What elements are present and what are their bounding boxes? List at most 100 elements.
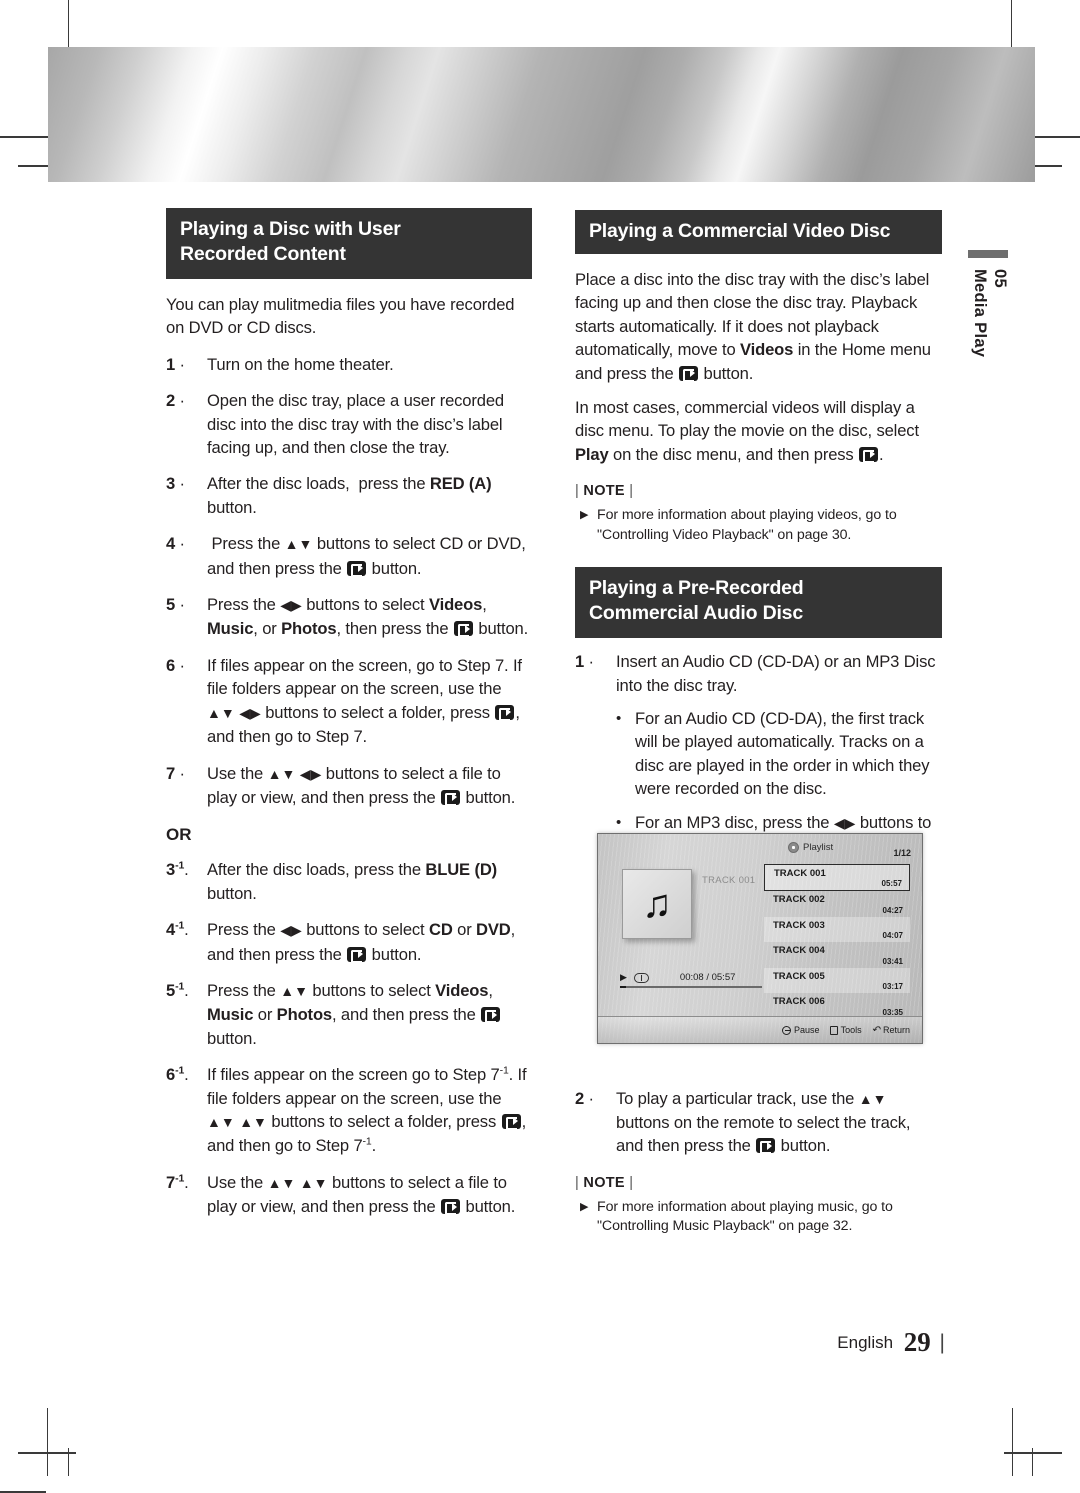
enter-button-icon [859,446,879,463]
footer-key-tools[interactable]: Tools [829,1025,862,1035]
step-3: 3 · After the disc loads, press the RED … [166,474,492,517]
step-4: 4 · Press the ▲▼ buttons to select CD or… [166,534,526,578]
track-row[interactable]: TRACK 003 04:07 [764,916,910,942]
step-5: 5 · Press the ◀▶ buttons to select Video… [166,595,529,639]
enter-button-icon [495,704,515,721]
enter-key-icon [782,1025,792,1035]
alt-step-4-number: 4-1. [166,919,189,940]
enter-button-icon [756,1138,776,1155]
tools-key-icon [829,1025,838,1035]
music-note-icon: ♫ [642,882,672,926]
footer-key-return[interactable]: ↶ Return [872,1025,910,1036]
step-2: 2 · Open the disc tray, place a user rec… [166,391,505,458]
footer-language: English [837,1333,894,1352]
cd-icon [633,972,649,983]
manual-page: 05 Media Play Playing a Disc with User Re… [0,0,1080,1493]
chapter-side-tab: 05 Media Play [962,250,1022,357]
track-row[interactable]: TRACK 002 04:27 [764,891,910,917]
disc-icon [788,842,799,853]
enter-button-icon [679,365,699,382]
step-5-number: 5 · [166,595,185,615]
playlist-title-group: Playlist [788,842,833,853]
step-7-number: 7 · [166,763,185,783]
left-column: Playing a Disc with User Recorded Content… [166,208,532,1219]
track-duration: 03:41 [882,956,903,966]
alt-step-5: 5-1. Press the ▲▼ buttons to select Vide… [166,979,532,1050]
crop-mark-bottom-left-vertical [47,1408,48,1476]
audio-step-1: 1 · Insert an Audio CD (CD-DA) or an MP3… [575,652,936,695]
up-down-arrow-icon: ▲▼ [207,704,235,721]
side-tab-chapter-number: 05 [991,269,1009,288]
alt-step-4: 4-1. Press the ◀▶ buttons to select CD o… [166,919,516,964]
alt-step-3: 3-1. After the disc loads, press the BLU… [166,859,498,903]
enter-button-icon [441,1199,461,1216]
crop-mark-bottom-left-vertical-3 [68,1448,69,1476]
footer-key-tools-label: Tools [840,1025,862,1035]
track-name: TRACK 003 [773,919,825,931]
step-6-number: 6 · [166,655,185,675]
up-down-arrow-icon: ▲▼ [280,982,308,999]
bullet-dot-icon: • [616,813,622,831]
step-1-number: 1 · [166,354,185,374]
note-item-video: ▶ For more information about playing vid… [580,507,897,543]
alt-step-7: 7-1. Use the ▲▼ ▲▼ buttons to select a f… [166,1172,516,1217]
enter-button-icon [481,1007,501,1024]
track-list[interactable]: TRACK 001 05:57 TRACK 002 04:27 TRACK 00… [764,864,910,1019]
audio-bullet-1: • For an Audio CD (CD-DA), the first tra… [616,709,930,799]
section-heading-commercial-audio: Playing a Pre-Recorded Commercial Audio D… [575,567,942,639]
album-art: ♫ [622,869,692,939]
side-tab-chapter-title: Media Play [971,269,989,358]
side-tab-bar [968,250,1008,258]
play-icon[interactable]: ▶ [620,972,627,983]
up-down-arrow-icon: ▲▼ [267,1174,296,1191]
left-right-arrow-icon: ◀▶ [280,597,302,614]
alt-step-6: 6-1. If files appear on the screen go to… [166,1064,527,1156]
track-row[interactable]: TRACK 004 03:41 [764,942,910,968]
note-item-audio: ▶ For more information about playing mus… [580,1198,893,1235]
track-name: TRACK 002 [773,894,825,905]
screen-footer-bar: Pause Tools ↶ Return [598,1016,922,1043]
note-arrow-icon: ▶ [580,1200,589,1213]
crop-mark-bottom-right-vertical-2 [1032,1448,1033,1476]
footer-key-return-label: Return [882,1025,910,1035]
section-heading-user-recorded: Playing a Disc with User Recorded Content [166,208,532,279]
track-name: TRACK 006 [773,996,825,1007]
video-paragraph-1: Place a disc into the disc tray with the… [575,270,931,383]
left-right-arrow-icon: ◀▶ [239,704,261,721]
step-1: 1 · Turn on the home theater. [166,353,532,376]
footer-key-pause-label: Pause [794,1025,820,1035]
footer-key-pause[interactable]: Pause [782,1025,820,1035]
note-arrow-icon: ▶ [580,509,589,522]
progress-fill [620,986,626,988]
audio-step-2: 2 · To play a particular track, use the … [575,1088,911,1156]
alt-step-7-number: 7-1. [166,1172,189,1192]
track-row[interactable]: TRACK 006 03:35 [764,993,910,1019]
now-playing-label: TRACK 001 [702,875,756,886]
footer-rule: | [939,1331,945,1354]
alt-step-5-number: 5-1. [166,980,189,1000]
progress-bar[interactable] [620,986,762,988]
up-down-arrow-icon: ▲▼ [299,1174,328,1191]
track-name: TRACK 004 [773,945,825,956]
right-column: Playing a Commercial Video Disc Place a … [575,210,942,1237]
enter-button-icon [347,560,367,577]
page-number: 29 [903,1327,931,1357]
track-duration: 05:57 [881,879,902,888]
alt-step-6-number: 6-1. [166,1064,189,1085]
or-divider-label: OR [166,825,192,845]
up-down-arrow-icon: ▲▼ [858,1090,887,1107]
elapsed-total-time: 00:08 / 05:57 [679,972,736,983]
left-right-arrow-icon: ◀▶ [833,814,856,831]
track-row[interactable]: TRACK 001 05:57 [764,864,910,891]
audio-step-2-number: 2 · [575,1088,594,1108]
track-row[interactable]: TRACK 005 03:17 [764,967,910,993]
left-right-arrow-icon: ◀▶ [299,765,322,782]
track-name: TRACK 001 [774,868,826,879]
step-4-number: 4 · [166,534,185,554]
bullet-dot-icon: • [616,710,622,728]
up-down-arrow-icon: ▲▼ [239,1113,267,1130]
step-6: 6 · If files appear on the screen, go to… [166,655,522,747]
note-label-video: | NOTE | [575,483,634,500]
playlist-title: Playlist [803,842,834,853]
step-3-number: 3 · [166,474,185,494]
